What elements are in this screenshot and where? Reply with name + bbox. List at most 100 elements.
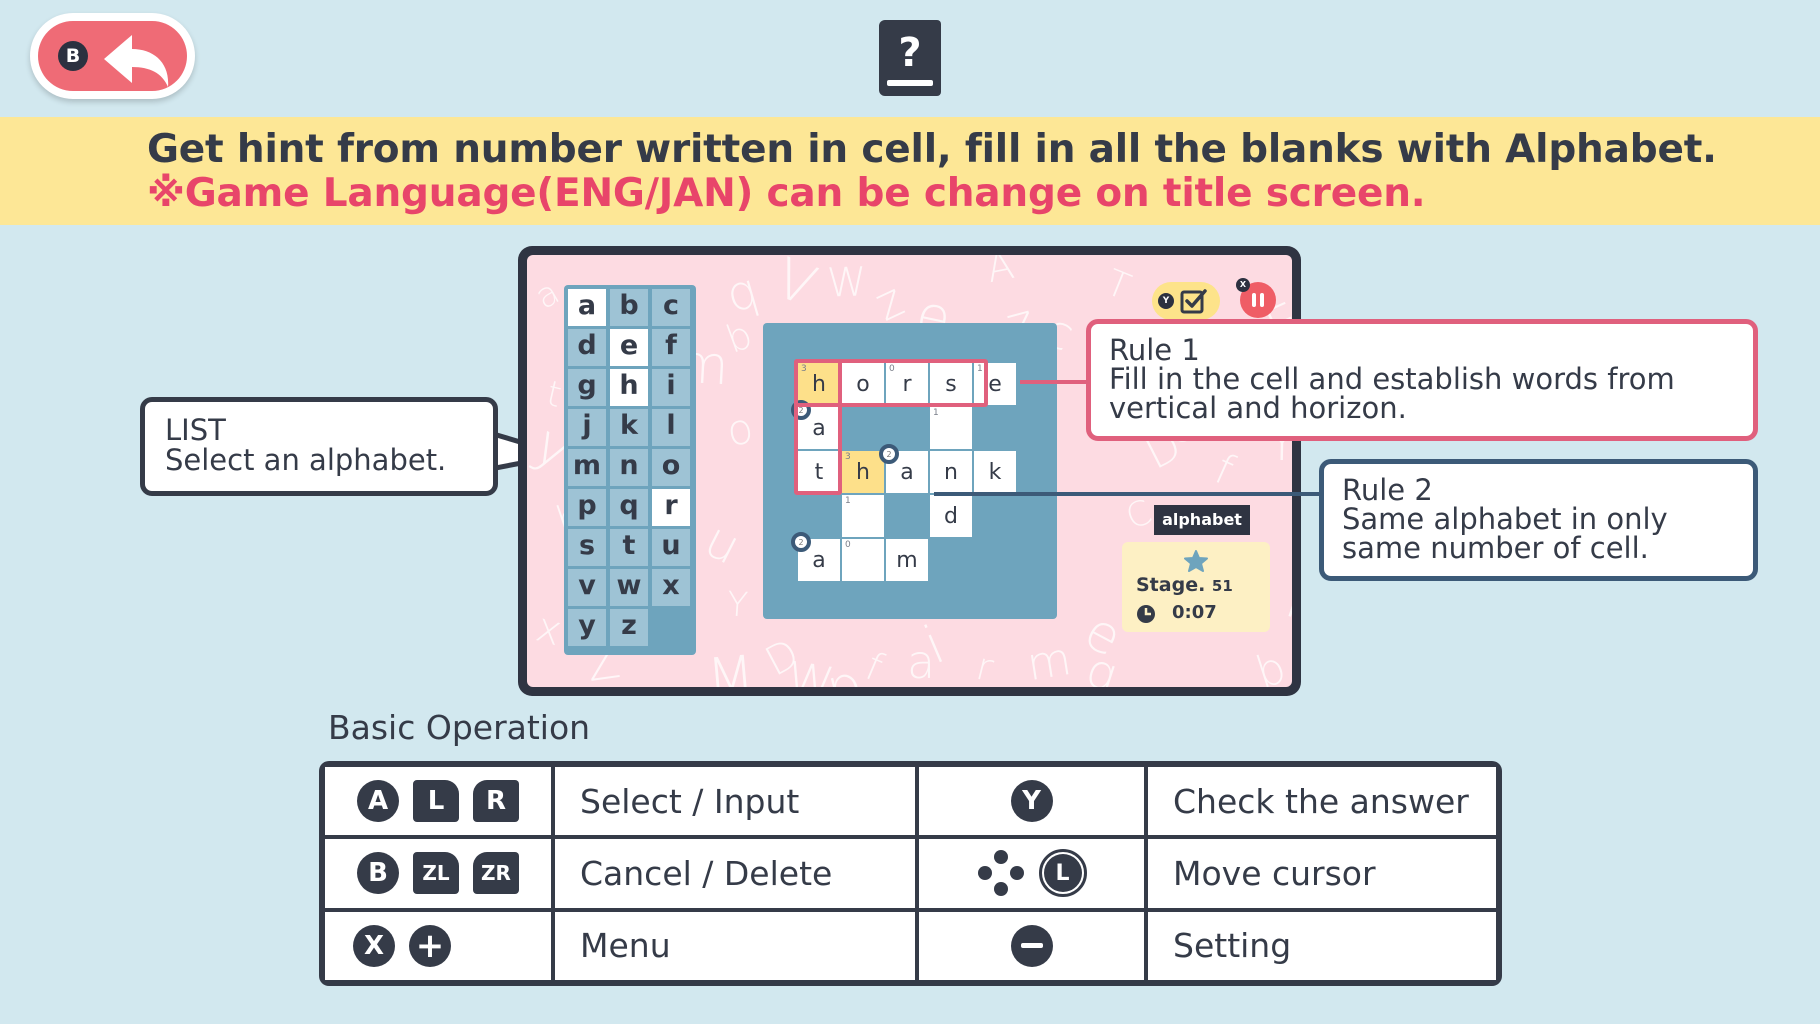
check-answer-button[interactable]: Y xyxy=(1152,282,1220,320)
background-letter: C xyxy=(1120,492,1158,538)
check-answer-label: Check the answer xyxy=(1148,767,1496,836)
background-letter: u xyxy=(695,511,750,576)
alphabet-key[interactable]: d xyxy=(568,329,606,366)
alphabet-key[interactable]: s xyxy=(568,529,606,566)
b-button-icon: B xyxy=(357,852,399,895)
grid-cell[interactable]: d xyxy=(930,495,972,537)
crossword-grid: h3or0se1a21th3a2nk1da20m xyxy=(763,323,1057,619)
list-callout-title: LIST xyxy=(165,413,226,447)
grid-cell[interactable]: 0 xyxy=(842,539,884,581)
list-callout: LIST Select an alphabet. xyxy=(140,397,498,496)
x-button-icon: X xyxy=(353,924,395,967)
alphabet-key[interactable]: y xyxy=(568,609,606,646)
controls-row-3-buttons: X + xyxy=(325,911,551,980)
hint-number: 1 xyxy=(845,496,851,506)
b-button-badge: B xyxy=(58,41,88,71)
instruction-banner: Get hint from number written in cell, fi… xyxy=(0,117,1820,225)
a-button-icon: A xyxy=(357,780,399,823)
rule1-callout: Rule 1 Fill in the cell and establish wo… xyxy=(1086,319,1758,441)
alphabet-key[interactable]: c xyxy=(652,289,690,326)
basic-operation-title: Basic Operation xyxy=(328,708,591,747)
alphabet-key[interactable]: a xyxy=(568,289,606,326)
pause-button[interactable]: X xyxy=(1236,278,1276,318)
hint-number: 1 xyxy=(933,408,939,418)
alphabet-key[interactable]: i xyxy=(652,369,690,406)
background-letter: M xyxy=(704,643,758,687)
game-screen: aKqVWzeAcmbvwpjzTeEtouYhgMDWpfairmeWbNaD… xyxy=(518,246,1301,696)
alphabet-key[interactable]: w xyxy=(610,569,648,606)
help-book-icon[interactable]: ? xyxy=(879,20,941,96)
alphabet-key[interactable]: o xyxy=(652,449,690,486)
alphabet-key[interactable]: v xyxy=(568,569,606,606)
language-note: ※Game Language(ENG/JAN) can be change on… xyxy=(147,171,1426,216)
list-callout-text: Select an alphabet. xyxy=(165,443,447,477)
background-letter: W xyxy=(826,259,868,307)
grid-cell[interactable]: 1 xyxy=(842,495,884,537)
background-letter: o xyxy=(722,403,757,456)
controls-table: A L R Select / Input Y Check the answer … xyxy=(319,761,1502,986)
alphabet-key[interactable]: z xyxy=(610,609,648,646)
zl-button-icon: ZL xyxy=(413,852,459,895)
background-letter: x xyxy=(531,602,568,656)
alphabet-key[interactable]: u xyxy=(652,529,690,566)
alphabet-key[interactable]: b xyxy=(610,289,648,326)
grid-cell[interactable]: m xyxy=(886,539,928,581)
checkbox-check-icon xyxy=(1180,289,1207,314)
l-button-icon: L xyxy=(413,780,459,823)
alphabet-key[interactable]: j xyxy=(568,409,606,446)
cell-letter: n xyxy=(944,459,958,485)
alphabet-key[interactable]: n xyxy=(610,449,648,486)
grid-cell[interactable]: h3 xyxy=(842,451,884,493)
controls-row-2-right-buttons: L xyxy=(919,839,1144,908)
stage-info-card: Stage. 51 0:07 xyxy=(1122,542,1270,632)
alphabet-key[interactable]: r xyxy=(652,489,690,526)
left-stick-icon: L xyxy=(1038,849,1087,898)
alphabet-key[interactable]: x xyxy=(652,569,690,606)
back-button[interactable]: B xyxy=(30,13,195,99)
select-input-label: Select / Input xyxy=(555,767,915,836)
background-letter: A xyxy=(982,255,1018,293)
cancel-delete-label: Cancel / Delete xyxy=(555,839,915,908)
controls-row-2-buttons: B ZL ZR xyxy=(325,839,551,908)
alphabet-key[interactable]: f xyxy=(652,329,690,366)
rule1-connector xyxy=(1020,380,1088,384)
grid-cell[interactable]: 1 xyxy=(930,407,972,449)
instruction-text: Get hint from number written in cell, fi… xyxy=(147,127,1717,172)
stage-prefix: Stage. xyxy=(1136,574,1206,596)
dpad-icon xyxy=(977,850,1024,897)
background-letter: V xyxy=(766,255,825,319)
alphabet-key[interactable]: q xyxy=(610,489,648,526)
background-letter: t xyxy=(542,373,566,417)
alphabet-key[interactable]: e xyxy=(610,329,648,366)
menu-label: Menu xyxy=(555,911,915,980)
r-button-icon: R xyxy=(473,780,519,823)
pause-icon-bar xyxy=(1260,293,1264,307)
alphabet-key[interactable]: k xyxy=(610,409,648,446)
grid-cell[interactable]: a2 xyxy=(791,532,840,581)
background-letter: b xyxy=(1249,641,1292,687)
cell-letter: k xyxy=(988,459,1002,485)
controls-row-1-right-buttons: Y xyxy=(919,767,1144,836)
mode-tag: alphabet xyxy=(1154,505,1250,535)
hint-number-circled: 2 xyxy=(879,444,899,464)
grid-cell[interactable]: k xyxy=(974,451,1016,493)
stage-number: 51 xyxy=(1211,577,1233,595)
stage-label: Stage. 51 xyxy=(1136,574,1233,596)
alphabet-key[interactable]: h xyxy=(610,369,648,406)
background-letter: f xyxy=(1207,444,1242,495)
star-icon xyxy=(1184,550,1208,572)
alphabet-key[interactable]: p xyxy=(568,489,606,526)
alphabet-key[interactable]: m xyxy=(568,449,606,486)
alphabet-key[interactable]: l xyxy=(652,409,690,446)
zr-button-icon: ZR xyxy=(473,852,519,895)
grid-cell[interactable]: n xyxy=(930,451,972,493)
alphabet-key[interactable]: t xyxy=(610,529,648,566)
cell-letter: d xyxy=(944,503,958,529)
background-letter: a xyxy=(528,272,567,318)
clock-icon xyxy=(1137,605,1155,623)
alphabet-key[interactable]: g xyxy=(568,369,606,406)
background-letter: N xyxy=(1278,570,1292,639)
x-button-badge: X xyxy=(1236,278,1250,292)
controls-row-1-buttons: A L R xyxy=(325,767,551,836)
grid-cell[interactable]: a2 xyxy=(879,444,928,493)
